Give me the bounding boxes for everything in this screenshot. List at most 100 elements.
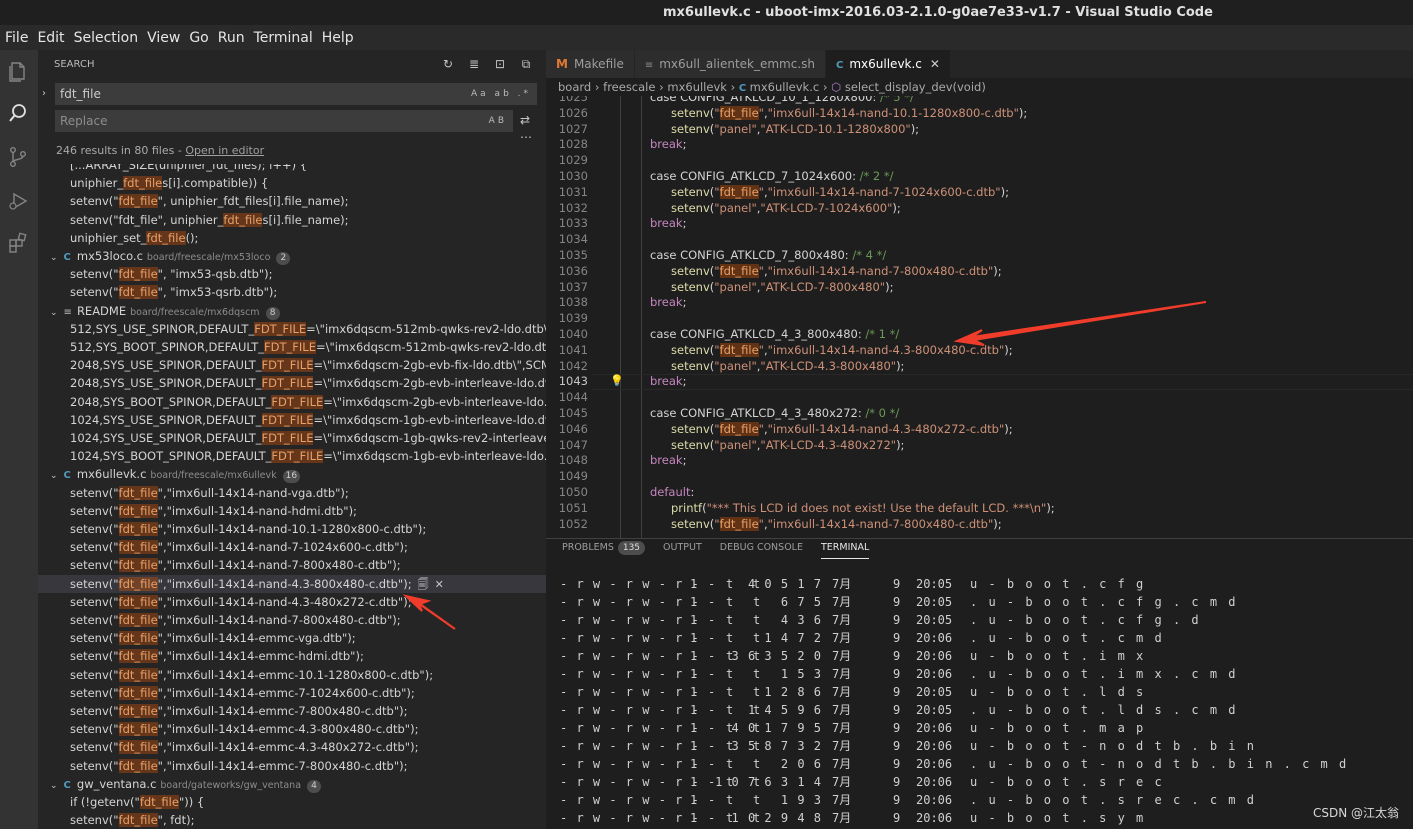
terminal-field: 20:06 <box>916 775 953 789</box>
result-match[interactable]: setenv("fdt_file","imx6ull-14x14-nand-7-… <box>38 538 546 556</box>
result-file[interactable]: ⌄ Cmx6ullevk.c board/freescale/mx6ullevk 16 <box>38 465 546 484</box>
panel-tab-problems-wrap[interactable]: PROBLEMS 135 <box>562 539 646 559</box>
menu-view[interactable]: View <box>147 30 180 46</box>
new-search-editor-icon[interactable]: ⊡ <box>492 57 508 71</box>
result-match[interactable]: setenv("fdt_file","imx6ull-14x14-nand-7-… <box>38 611 546 629</box>
panel-tab-problems[interactable]: PROBLEMS <box>562 542 614 553</box>
dismiss-icon[interactable]: ✕ <box>435 578 444 591</box>
replace-input[interactable]: Replace AB <box>55 110 513 132</box>
more-options-icon[interactable]: ⋯ <box>520 130 532 144</box>
result-match[interactable]: setenv("fdt_file", "imx53-qsrb.dtb"); <box>38 283 546 301</box>
code-view[interactable]: 1025 case CONFIG_ATKLCD_10_1_1280x800: /*… <box>546 96 1413 538</box>
search-options[interactable]: Aa ab .* <box>471 83 531 105</box>
results-count: 246 results in 80 files - <box>56 144 186 157</box>
terminal-field: 1 4 7 2 <box>764 631 822 645</box>
result-match[interactable]: setenv("fdt_file", uniphier_fdt_files[i]… <box>38 192 546 210</box>
chevron-down-icon[interactable]: ⌄ <box>50 781 58 791</box>
result-match[interactable]: setenv("fdt_file","imx6ull-14x14-nand-hd… <box>38 502 546 520</box>
code-token: /* 0 */ <box>865 406 900 420</box>
result-match[interactable]: setenv("fdt_file","imx6ull-14x14-nand-4.… <box>38 574 546 593</box>
search-input[interactable]: fdt_file Aa ab .* <box>55 83 537 105</box>
result-match[interactable]: setenv("fdt_file","imx6ull-14x14-nand-10… <box>38 520 546 538</box>
result-match[interactable]: 1024,SYS_USE_SPINOR,DEFAULT_FDT_FILE=\"i… <box>38 411 546 429</box>
panel-tab-debug-console[interactable]: DEBUG CONSOLE <box>720 539 803 559</box>
terminal-field: t <box>726 667 734 681</box>
breadcrumb-item[interactable]: mx6ullevk.c <box>750 80 820 94</box>
result-match[interactable]: setenv("fdt_file","imx6ull-14x14-emmc-10… <box>38 666 546 684</box>
result-match[interactable]: 2048,SYS_USE_SPINOR,DEFAULT_FDT_FILE=\"i… <box>38 374 546 392</box>
result-match[interactable]: 2048,SYS_BOOT_SPINOR,DEFAULT_FDT_FILE=\"… <box>38 393 546 411</box>
result-match[interactable]: setenv("fdt_file","imx6ull-14x14-emmc-4.… <box>38 738 546 756</box>
source-control-icon[interactable] <box>7 146 29 168</box>
toggle-replace-chevron-icon[interactable]: › <box>42 88 52 99</box>
result-match[interactable]: setenv("fdt_file", "imx53-qsb.dtb"); <box>38 265 546 283</box>
panel-tab-output[interactable]: OUTPUT <box>663 539 702 559</box>
terminal-field: 20:06 <box>916 649 953 663</box>
breadcrumb-item[interactable]: board <box>558 80 591 94</box>
open-in-editor-link[interactable]: Open in editor <box>185 144 264 157</box>
run-debug-icon[interactable] <box>7 190 29 212</box>
preserve-case-option[interactable]: AB <box>489 110 507 132</box>
menu-help[interactable]: Help <box>322 30 354 46</box>
lightbulb-icon[interactable]: 💡 <box>610 374 624 387</box>
menu-terminal[interactable]: Terminal <box>254 30 313 46</box>
collapse-all-icon[interactable]: ⧉ <box>518 57 534 71</box>
result-match[interactable]: uniphier_set_fdt_file(); <box>38 229 546 247</box>
extensions-icon[interactable] <box>7 232 29 254</box>
menu-go[interactable]: Go <box>189 30 208 46</box>
result-match[interactable]: setenv("fdt_file","imx6ull-14x14-emmc-vg… <box>38 629 546 647</box>
result-match[interactable]: 1024,SYS_USE_SPINOR,DEFAULT_FDT_FILE=\"i… <box>38 429 546 447</box>
chevron-down-icon[interactable]: ⌄ <box>50 253 58 263</box>
terminal-field: 20:05 <box>916 613 953 627</box>
result-match[interactable]: setenv("fdt_file","imx6ull-14x14-nand-4.… <box>38 593 546 611</box>
clear-results-icon[interactable]: ≣ <box>466 57 482 71</box>
result-match[interactable]: 1024,SYS_BOOT_SPINOR,DEFAULT_FDT_FILE=\"… <box>38 447 546 465</box>
result-match[interactable]: setenv("fdt_file","imx6ull-14x14-nand-7-… <box>38 556 546 574</box>
replace-all-icon[interactable]: ⇄ <box>520 113 530 127</box>
result-match[interactable]: 2048,SYS_USE_SPINOR,DEFAULT_FDT_FILE=\"i… <box>38 356 546 374</box>
result-match[interactable]: setenv("fdt_file", uniphier_fdt_files[i]… <box>38 211 546 229</box>
chevron-down-icon[interactable]: ⌄ <box>50 308 58 318</box>
result-match[interactable]: setenv("fdt_file", fdt); <box>38 811 546 829</box>
files-icon[interactable] <box>7 60 29 82</box>
refresh-icon[interactable]: ↻ <box>440 57 456 71</box>
result-file[interactable]: ⌄ Cmx53loco.c board/freescale/mx53loco 2 <box>38 247 546 265</box>
result-match[interactable]: uniphier_fdt_files[i].compatible)) { <box>38 174 546 192</box>
breadcrumb-item[interactable]: mx6ullevk <box>667 80 727 94</box>
result-match[interactable]: 512,SYS_BOOT_SPINOR,DEFAULT_FDT_FILE=\"i… <box>38 338 546 356</box>
result-match[interactable]: setenv("fdt_file","imx6ull-14x14-emmc-7-… <box>38 702 546 720</box>
result-match[interactable]: setenv("fdt_file","imx6ull-14x14-emmc-7-… <box>38 757 546 775</box>
line-number: 1037 <box>558 279 588 294</box>
terminal-field: 9 <box>893 721 901 735</box>
panel-tab-terminal[interactable]: TERMINAL <box>820 539 870 559</box>
close-icon[interactable]: ✕ <box>930 57 940 71</box>
menu-run[interactable]: Run <box>218 30 245 46</box>
result-match[interactable]: 512,SYS_USE_SPINOR,DEFAULT_FDT_FILE=\"im… <box>38 320 546 338</box>
menu-edit[interactable]: Edit <box>37 30 64 46</box>
terminal-output[interactable]: - r w - r w - r - -1tt4 0 5 1 7 7月 9 20:05 u… <box>560 575 1410 827</box>
result-match[interactable]: setenv("fdt_file","imx6ull-14x14-emmc-hd… <box>38 647 546 665</box>
result-match[interactable]: setenv("fdt_file","imx6ull-14x14-emmc-7-… <box>38 684 546 702</box>
code-token: case CONFIG_ATKLCD_10_1_1280x800: <box>650 96 881 104</box>
menu-selection[interactable]: Selection <box>74 30 139 46</box>
match-highlight: fdt_file <box>118 722 158 737</box>
result-match[interactable]: if (!getenv("fdt_file")) { <box>38 793 546 811</box>
menu-file[interactable]: File <box>5 30 28 46</box>
terminal-field: t <box>753 613 761 627</box>
search-icon[interactable] <box>7 102 29 124</box>
breadcrumb-item[interactable]: freescale <box>603 80 655 94</box>
code-line: default: <box>650 485 694 501</box>
result-match[interactable]: setenv("fdt_file","imx6ull-14x14-emmc-4.… <box>38 720 546 738</box>
result-match[interactable]: [...ARRAY_SIZE(uniphier_fdt_files); i++)… <box>38 164 546 174</box>
terminal-field: t <box>753 595 761 609</box>
tab-mx6ullevk-c[interactable]: Cmx6ullevk.c ✕ <box>826 50 951 78</box>
result-file[interactable]: ⌄ Cgw_ventana.c board/gateworks/gw_ventana… <box>38 775 546 793</box>
breadcrumb-item[interactable]: select_display_dev(void) <box>845 80 986 94</box>
tab-mx6ull-alientek-emmc-sh[interactable]: ≡ mx6ull_alientek_emmc.sh <box>634 50 827 78</box>
terminal-field: u - b o o t . s y m <box>970 811 1146 825</box>
chevron-down-icon[interactable]: ⌄ <box>50 471 58 481</box>
tab-makefile[interactable]: M Makefile <box>546 50 635 78</box>
result-file[interactable]: ⌄ ≡ README board/freescale/mx6dqscm 8 <box>38 302 546 320</box>
replace-icon[interactable]: 🗐 <box>418 578 429 591</box>
result-match[interactable]: setenv("fdt_file","imx6ull-14x14-nand-vg… <box>38 484 546 502</box>
